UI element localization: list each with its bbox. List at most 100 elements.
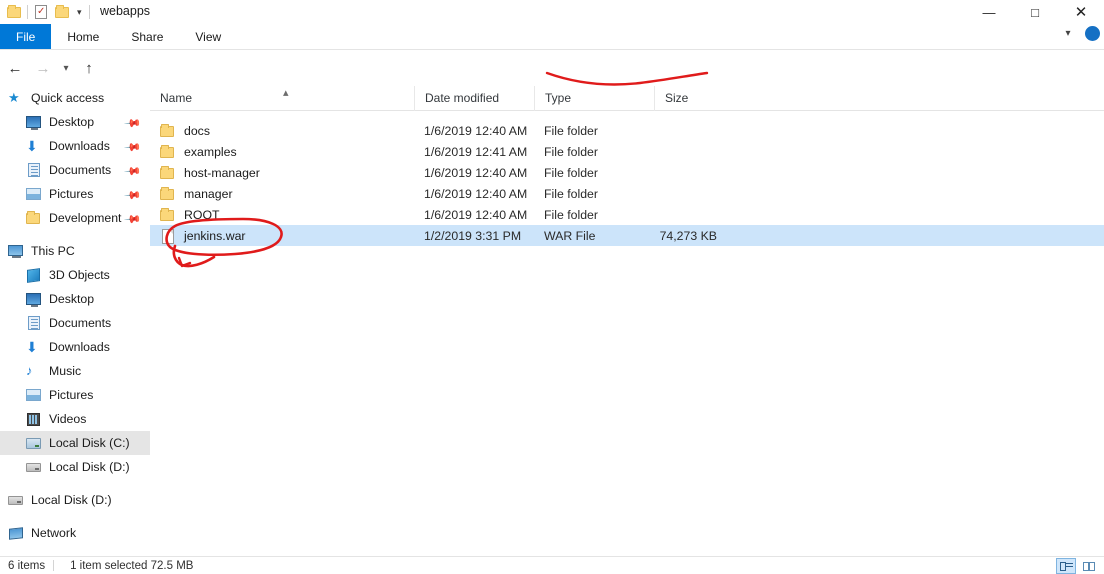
- new-folder-icon[interactable]: [54, 4, 70, 20]
- sidebar-item-music[interactable]: Music: [0, 359, 150, 383]
- file-name: jenkins.war: [184, 228, 246, 243]
- sidebar-item-downloads[interactable]: Downloads 📌: [0, 134, 150, 158]
- music-icon: [26, 363, 42, 379]
- column-header-type[interactable]: Type: [534, 85, 654, 111]
- pin-icon[interactable]: 📌: [124, 210, 143, 229]
- table-row[interactable]: host-manager 1/6/2019 12:40 AM File fold…: [150, 162, 1104, 183]
- file-list-pane[interactable]: Name ▴ Date modified Type Size docs 1/6/…: [150, 85, 1104, 556]
- table-row[interactable]: ROOT 1/6/2019 12:40 AM File folder: [150, 204, 1104, 225]
- sidebar-item-documents-pc[interactable]: Documents: [0, 311, 150, 335]
- tab-file[interactable]: File: [0, 24, 52, 49]
- back-button[interactable]: ←: [4, 57, 26, 79]
- column-headers: Name ▴ Date modified Type Size: [150, 85, 1104, 111]
- pin-icon[interactable]: 📌: [124, 138, 143, 157]
- details-view-button[interactable]: [1056, 557, 1076, 574]
- chevron-down-icon[interactable]: ▾: [1059, 28, 1077, 39]
- file-name-cell: host-manager: [150, 165, 414, 181]
- file-name: docs: [184, 123, 210, 138]
- navigation-pane[interactable]: Quick access Desktop 📌 Downloads 📌 Docum…: [0, 86, 150, 556]
- sidebar-item-label: Local Disk (D:): [49, 460, 130, 474]
- sidebar-item-label: Development: [49, 211, 122, 225]
- recent-locations-icon[interactable]: ▾: [58, 57, 74, 79]
- sidebar-item-documents[interactable]: Documents 📌: [0, 158, 150, 182]
- file-date: 1/6/2019 12:40 AM: [424, 165, 528, 180]
- forward-button[interactable]: →: [32, 57, 54, 79]
- sidebar-item-label: Pictures: [49, 388, 94, 402]
- sidebar-item-quick-access[interactable]: Quick access: [0, 86, 150, 110]
- column-label: Name: [160, 91, 193, 105]
- sidebar-item-label: Downloads: [49, 139, 110, 153]
- close-button[interactable]: ✕: [1058, 0, 1104, 24]
- help-circle-icon[interactable]: [1085, 26, 1100, 41]
- properties-icon[interactable]: [33, 4, 49, 20]
- sidebar-item-downloads-pc[interactable]: Downloads: [0, 335, 150, 359]
- file-date: 1/6/2019 12:41 AM: [424, 144, 528, 159]
- table-row[interactable]: manager 1/6/2019 12:40 AM File folder: [150, 183, 1104, 204]
- file-date: 1/6/2019 12:40 AM: [424, 123, 528, 138]
- file-icon: [160, 228, 176, 244]
- pin-icon[interactable]: 📌: [124, 162, 143, 181]
- status-bar: 6 items 1 item selected 72.5 MB: [0, 556, 1104, 574]
- sidebar-item-local-disk-d-root[interactable]: Local Disk (D:): [0, 488, 150, 512]
- pin-icon[interactable]: 📌: [124, 114, 143, 133]
- file-name-cell: docs: [150, 123, 414, 139]
- file-size: 74,273 KB: [659, 228, 717, 243]
- sidebar-item-pictures-pc[interactable]: Pictures: [0, 383, 150, 407]
- maximize-button[interactable]: □: [1012, 0, 1058, 24]
- sidebar-item-pictures[interactable]: Pictures 📌: [0, 182, 150, 206]
- document-icon: [26, 315, 42, 331]
- this-pc-icon: [8, 243, 24, 259]
- sidebar-item-local-disk-d[interactable]: Local Disk (D:): [0, 455, 150, 479]
- file-date: 1/6/2019 12:40 AM: [424, 186, 528, 201]
- sidebar-item-network[interactable]: Network: [0, 521, 150, 545]
- chevron-down-icon[interactable]: ▾: [75, 7, 84, 18]
- sidebar-item-label: Music: [49, 364, 82, 378]
- table-row[interactable]: docs 1/6/2019 12:40 AM File folder: [150, 120, 1104, 141]
- tab-share[interactable]: Share: [115, 24, 179, 49]
- up-button[interactable]: ↑: [78, 57, 100, 79]
- file-type: File folder: [544, 123, 598, 138]
- sidebar-item-label: 3D Objects: [49, 268, 110, 282]
- folder-icon: [160, 123, 176, 139]
- sort-ascending-icon: ▴: [283, 86, 289, 99]
- ribbon-right-controls: ▾: [1059, 26, 1100, 41]
- disk-d-icon: [26, 459, 42, 475]
- file-rows: docs 1/6/2019 12:40 AM File folder examp…: [150, 120, 1104, 246]
- column-header-name[interactable]: Name ▴: [150, 86, 414, 111]
- sidebar-item-local-disk-c[interactable]: Local Disk (C:): [0, 431, 150, 455]
- ribbon-tab-bar: File Home Share View ▾: [0, 24, 1104, 49]
- sidebar-item-label: Desktop: [49, 292, 95, 306]
- pin-icon[interactable]: 📌: [124, 186, 143, 205]
- sidebar-item-label: Videos: [49, 412, 87, 426]
- file-type: File folder: [544, 186, 598, 201]
- sidebar-item-label: This PC: [31, 244, 75, 258]
- minimize-button[interactable]: —: [966, 0, 1012, 24]
- folder-icon: [160, 186, 176, 202]
- tab-home[interactable]: Home: [51, 24, 115, 49]
- large-icons-view-button[interactable]: [1078, 558, 1098, 574]
- file-name: manager: [184, 186, 233, 201]
- sidebar-item-3d-objects[interactable]: 3D Objects: [0, 263, 150, 287]
- status-divider: [53, 560, 55, 571]
- sidebar-item-desktop-pc[interactable]: Desktop: [0, 287, 150, 311]
- file-date: 1/2/2019 3:31 PM: [424, 228, 522, 243]
- sidebar-item-this-pc[interactable]: This PC: [0, 239, 150, 263]
- column-header-date-modified[interactable]: Date modified: [414, 85, 534, 111]
- file-name-cell: manager: [150, 186, 414, 202]
- folder-icon: [160, 207, 176, 223]
- view-mode-buttons: [1056, 557, 1104, 574]
- sidebar-item-desktop[interactable]: Desktop 📌: [0, 110, 150, 134]
- disk-c-icon: [26, 435, 42, 451]
- table-row-selected[interactable]: jenkins.war 1/2/2019 3:31 PM WAR File 74…: [150, 225, 1104, 246]
- sidebar-item-development[interactable]: Development 📌: [0, 206, 150, 230]
- table-row[interactable]: examples 1/6/2019 12:41 AM File folder: [150, 141, 1104, 162]
- sidebar-item-videos[interactable]: Videos: [0, 407, 150, 431]
- folder-icon[interactable]: [6, 4, 22, 20]
- ribbon-tabs: File Home Share View: [0, 24, 1104, 49]
- video-icon: [26, 411, 42, 427]
- tab-view[interactable]: View: [179, 24, 237, 49]
- column-header-size[interactable]: Size: [654, 85, 726, 111]
- file-name: ROOT: [184, 207, 220, 222]
